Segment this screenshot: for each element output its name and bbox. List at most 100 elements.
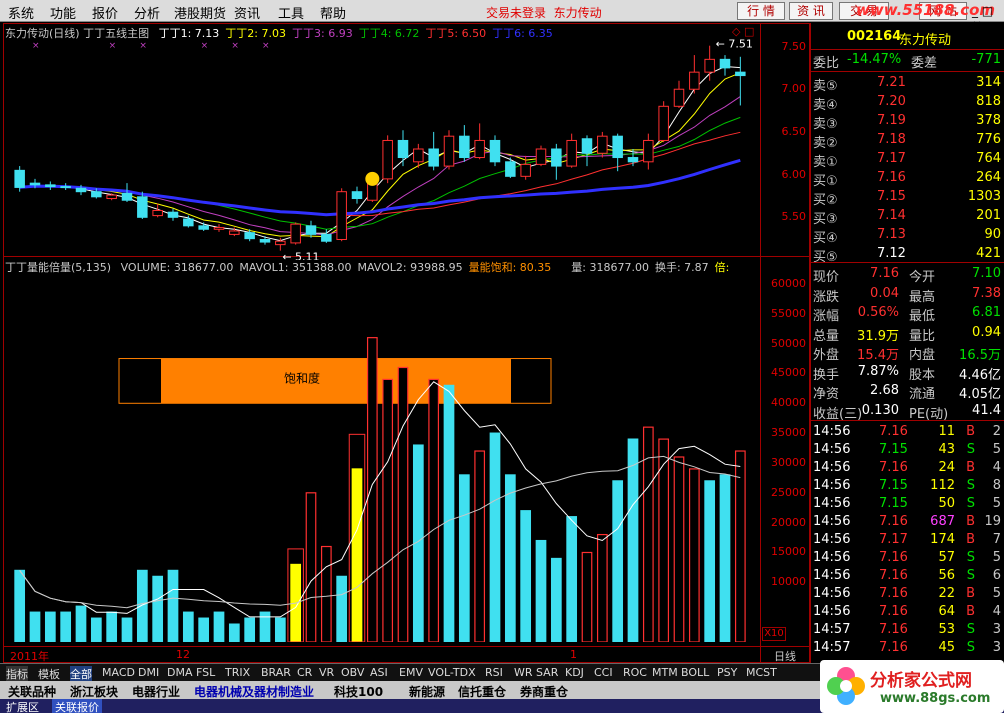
candle xyxy=(45,181,56,190)
menu-bar: 系统 功能 报价 分析 港股期货 资讯 工具 帮助 交易未登录 东力传动 行 情… xyxy=(0,0,1004,32)
tab-vol-tdx[interactable]: VOL-TDX xyxy=(428,666,476,679)
tab-emv[interactable]: EMV xyxy=(399,666,423,679)
tick-time: 14:56 xyxy=(813,550,851,565)
tab-psy[interactable]: PSY xyxy=(717,666,737,679)
tab-sar[interactable]: SAR xyxy=(536,666,558,679)
menu-function[interactable]: 功能 xyxy=(50,3,76,22)
tab-kdj[interactable]: KDJ xyxy=(565,666,584,679)
tab-extension[interactable]: 扩展区 xyxy=(6,699,39,713)
chart-corner-icons[interactable]: ◇ □ xyxy=(732,25,754,38)
tick-count: 5 xyxy=(992,496,1001,511)
tick-count: 3 xyxy=(992,622,1001,637)
period-label[interactable]: 日线 xyxy=(774,648,796,664)
stat-label: 净资 xyxy=(813,387,840,402)
volume-bar xyxy=(244,617,256,642)
signal-marker: × xyxy=(231,41,239,51)
sector-tab[interactable]: 新能源 xyxy=(409,683,445,700)
tick-volume: 112 xyxy=(930,478,955,493)
stat-label: 涨跌 xyxy=(813,289,840,305)
tick-volume: 50 xyxy=(938,496,955,511)
candle xyxy=(428,131,439,171)
axis-divider xyxy=(760,24,761,662)
sector-tab[interactable]: 浙江板块 xyxy=(70,683,118,700)
tab-mtm[interactable]: MTM xyxy=(652,666,678,679)
tab-dma[interactable]: DMA xyxy=(167,666,193,679)
tick-price: 7.15 xyxy=(879,442,908,457)
stat-value: 7.38 xyxy=(972,285,1001,301)
tab-全部[interactable]: 全部 xyxy=(70,666,92,682)
volume-bar xyxy=(44,611,56,642)
stat-value: 4.46亿 xyxy=(959,367,1001,383)
sector-tab[interactable]: 信托重仓 xyxy=(458,683,506,700)
tab-wr[interactable]: WR xyxy=(514,666,533,679)
menu-hk-futures[interactable]: 港股期货 xyxy=(174,3,226,22)
sell-volume: 776 xyxy=(976,132,1001,147)
tab-roc[interactable]: ROC xyxy=(623,666,647,679)
signal-marker: × xyxy=(201,41,209,51)
tick-row: 14:56 7.15 50 S 5 xyxy=(813,496,1003,514)
tick-count: 5 xyxy=(992,442,1001,457)
tab-fsl[interactable]: FSL xyxy=(196,666,215,679)
menu-tools[interactable]: 工具 xyxy=(278,3,304,22)
quote-button[interactable]: 行 情 xyxy=(737,2,785,20)
stat-label: 内盘 xyxy=(909,348,936,363)
tab-cr[interactable]: CR xyxy=(297,666,312,679)
buy-price: 7.14 xyxy=(877,208,906,223)
date-label-year: 2011年 xyxy=(10,650,49,663)
tab-trix[interactable]: TRIX xyxy=(225,666,250,679)
candle xyxy=(213,224,225,232)
tab-mcst[interactable]: MCST xyxy=(746,666,777,679)
sector-tab[interactable]: 科技100 xyxy=(334,683,383,700)
ma-line xyxy=(19,158,741,217)
sector-tab[interactable]: 电器行业 xyxy=(132,683,180,700)
tab-dmi[interactable]: DMI xyxy=(138,666,159,679)
volume-bar xyxy=(29,611,41,642)
tab-brar[interactable]: BRAR xyxy=(261,666,291,679)
tick-side: B xyxy=(966,514,975,529)
stat-value: 0.94 xyxy=(972,324,1001,340)
menu-system[interactable]: 系统 xyxy=(8,3,34,22)
volume-bar xyxy=(182,611,194,642)
tab-asi[interactable]: ASI xyxy=(370,666,388,679)
buy-volume: 90 xyxy=(984,227,1001,242)
tick-side: S xyxy=(966,442,975,457)
tick-row: 14:56 7.16 64 B 4 xyxy=(813,604,1003,622)
tick-volume: 687 xyxy=(930,514,955,529)
menu-news[interactable]: 资讯 xyxy=(234,3,260,22)
candle xyxy=(259,236,271,245)
tab-macd[interactable]: MACD xyxy=(102,666,135,679)
tab-obv[interactable]: OBV xyxy=(341,666,364,679)
tab-指标[interactable]: 指标 xyxy=(6,666,28,682)
stat-label: 涨幅 xyxy=(813,309,840,324)
tick-time: 14:56 xyxy=(813,514,851,529)
stat-label: 今开 xyxy=(909,270,936,285)
sector-tab[interactable]: 关联品种 xyxy=(8,683,56,700)
menu-help[interactable]: 帮助 xyxy=(320,3,346,22)
stat-label: 收益(三) xyxy=(813,406,863,422)
volume-bar xyxy=(443,384,455,642)
tab-boll[interactable]: BOLL xyxy=(681,666,709,679)
buy-price: 7.15 xyxy=(877,189,906,204)
candlestick-chart[interactable]: ← 7.51← 5.11× × × × × × xyxy=(4,38,760,260)
tab-vr[interactable]: VR xyxy=(319,666,334,679)
news-button[interactable]: 资 讯 xyxy=(789,2,833,20)
tick-volume: 11 xyxy=(938,424,955,439)
tab-cci[interactable]: CCI xyxy=(594,666,613,679)
sector-tab[interactable]: 券商重仓 xyxy=(520,683,568,700)
menu-quote[interactable]: 报价 xyxy=(92,3,118,22)
tick-price: 7.16 xyxy=(879,568,908,583)
volume-chart[interactable]: 饱和度 xyxy=(4,272,760,642)
volume-tick: 35000 xyxy=(771,426,806,440)
buy-volume: 1303 xyxy=(967,189,1001,204)
menu-analysis[interactable]: 分析 xyxy=(134,3,160,22)
tab-rsi[interactable]: RSI xyxy=(485,666,503,679)
tick-row: 14:56 7.16 24 B 4 xyxy=(813,460,1003,478)
tab-related-quote[interactable]: 关联报价 xyxy=(52,699,102,713)
sector-tab[interactable]: 电器机械及器材制造业 xyxy=(194,683,314,700)
candle xyxy=(152,203,163,218)
tab-模板[interactable]: 模板 xyxy=(38,666,60,682)
sell-row: 卖③ 7.19 378 xyxy=(813,113,1003,132)
weibi-value: -14.47% xyxy=(847,52,902,67)
candle xyxy=(382,135,393,184)
volume-tick: 45000 xyxy=(771,366,806,380)
